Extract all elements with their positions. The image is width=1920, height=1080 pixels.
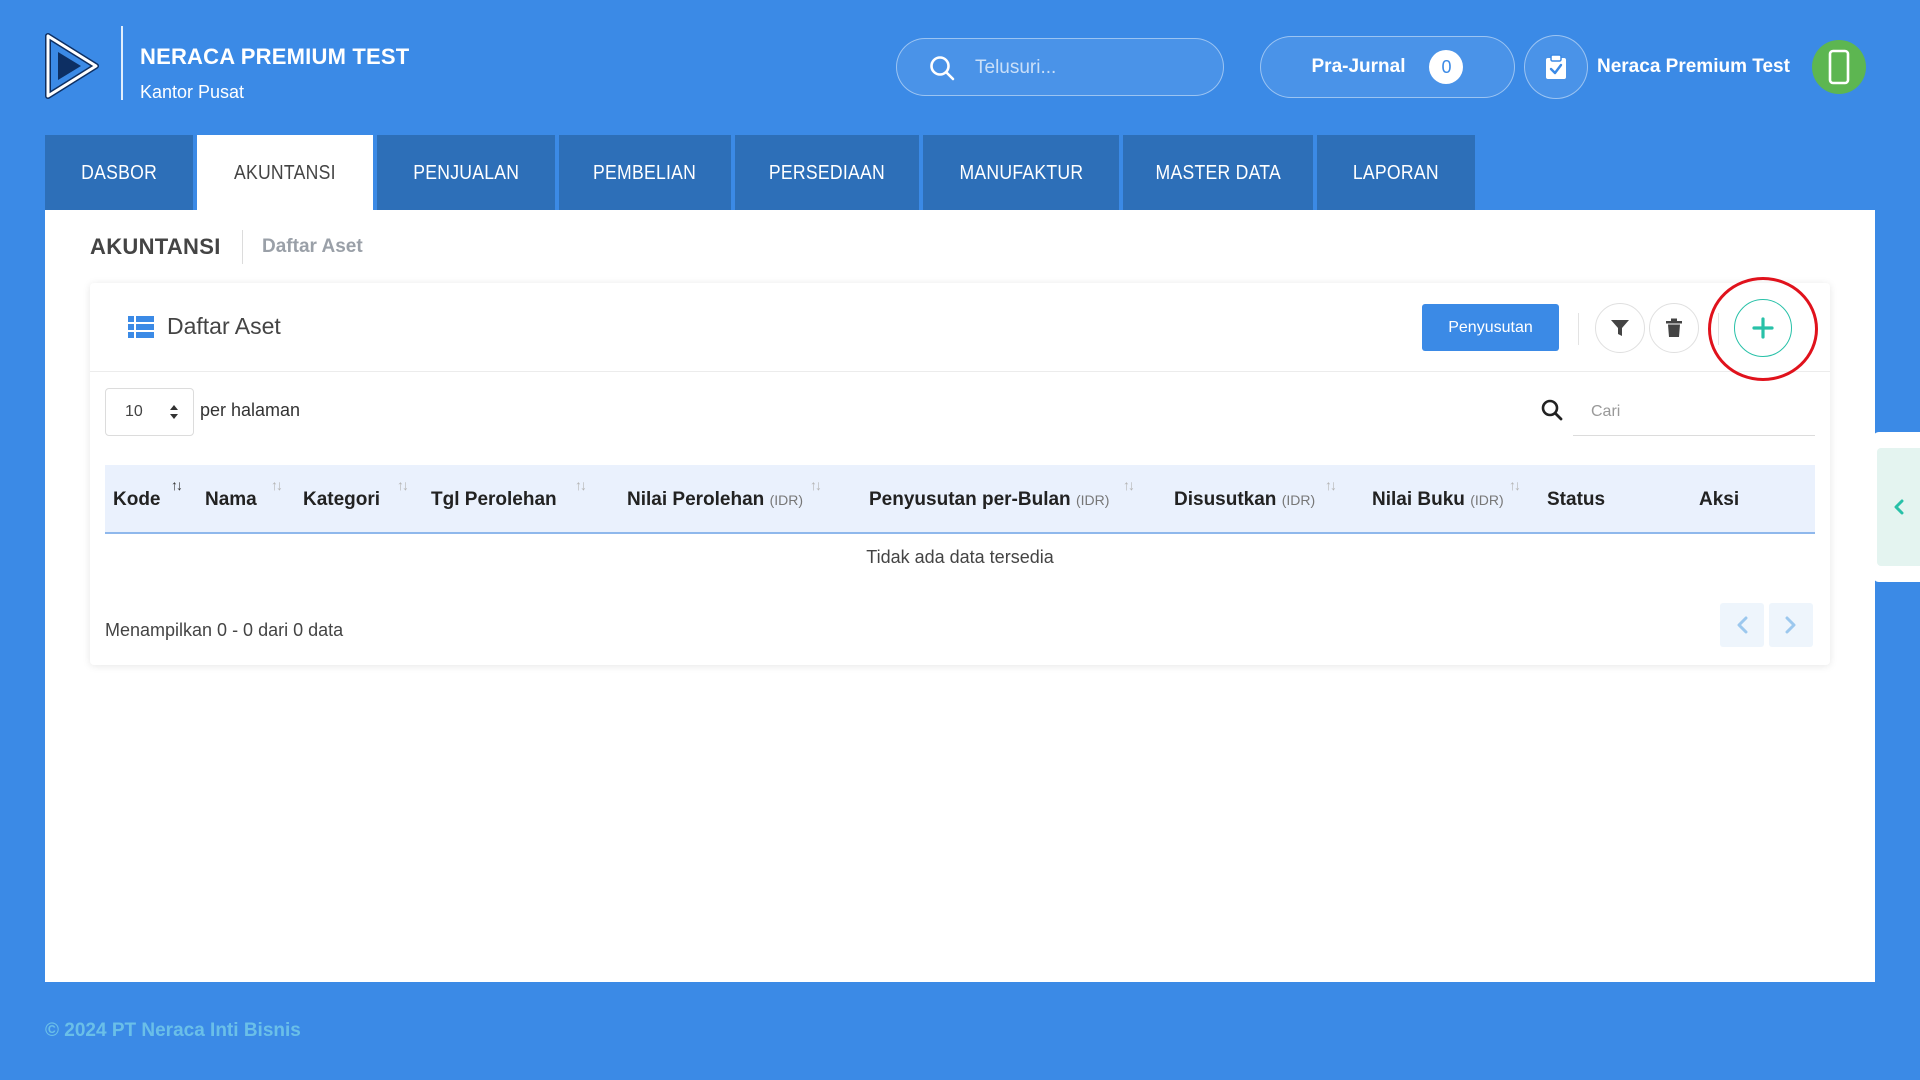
chevron-left-icon	[1894, 499, 1903, 515]
logo-divider	[121, 26, 123, 100]
select-arrows-icon	[170, 405, 178, 419]
user-name[interactable]: Neraca Premium Test	[1597, 56, 1790, 78]
task-button[interactable]	[1524, 35, 1588, 99]
sort-icon[interactable]: ↑↓	[171, 477, 183, 493]
tab-laporan[interactable]: LAPORAN	[1317, 135, 1475, 211]
column-header-penyusutan-per-bulan[interactable]: Penyusutan per-Bulan (IDR)	[869, 489, 1109, 511]
sort-icon[interactable]: ↑↓	[1509, 477, 1521, 493]
tab-master-data[interactable]: MASTER DATA	[1123, 135, 1313, 211]
per-page-value: 10	[125, 403, 143, 420]
list-icon	[128, 316, 154, 338]
pagination-info: Menampilkan 0 - 0 dari 0 data	[105, 620, 344, 640]
pra-jurnal-count-badge: 0	[1429, 50, 1464, 84]
chevron-right-icon	[1785, 616, 1796, 634]
trash-icon	[1666, 318, 1682, 337]
global-search-input[interactable]	[975, 53, 1205, 83]
pra-jurnal-button[interactable]: Pra-Jurnal 0	[1260, 36, 1515, 98]
add-asset-button[interactable]	[1734, 299, 1792, 357]
tab-persediaan[interactable]: PERSEDIAAN	[735, 135, 919, 211]
chevron-left-icon	[1737, 616, 1748, 634]
card-title: Daftar Aset	[167, 313, 281, 339]
penyusutan-button[interactable]: Penyusutan	[1422, 304, 1559, 351]
column-header-tgl-perolehan[interactable]: Tgl Perolehan	[431, 489, 557, 511]
phone-icon	[1828, 49, 1850, 85]
table-search-input[interactable]	[1573, 388, 1815, 436]
footer-copyright: © 2024 PT Neraca Inti Bisnis	[45, 1020, 301, 1041]
toolbar-divider	[1718, 313, 1719, 345]
search-icon	[930, 56, 955, 81]
table-header: Kode ↑↓ Nama ↑↓ Kategori ↑↓ Tgl Peroleha…	[105, 465, 1815, 534]
empty-table-message: Tidak ada data tersedia	[866, 547, 1054, 567]
tab-akuntansi[interactable]: AKUNTANSI	[197, 135, 373, 211]
column-header-kode[interactable]: Kode	[113, 489, 161, 511]
breadcrumb-section: AKUNTANSI	[90, 234, 221, 259]
column-header-nilai-perolehan[interactable]: Nilai Perolehan (IDR)	[627, 489, 803, 511]
side-panel-toggle[interactable]	[1877, 448, 1920, 566]
search-icon	[1541, 399, 1563, 421]
pra-jurnal-label: Pra-Jurnal	[1311, 56, 1406, 77]
sort-icon[interactable]: ↑↓	[810, 477, 822, 493]
tab-manufaktur[interactable]: MANUFAKTUR	[923, 135, 1119, 211]
company-branch: Kantor Pusat	[140, 82, 245, 102]
toolbar-divider	[1578, 313, 1579, 345]
filter-icon	[1611, 320, 1629, 336]
breadcrumb-divider	[242, 230, 243, 264]
avatar[interactable]	[1812, 40, 1866, 94]
column-header-disusutkan[interactable]: Disusutkan (IDR)	[1174, 489, 1315, 511]
main-nav-tabs: DASBOR AKUNTANSI PENJUALAN PEMBELIAN PER…	[45, 135, 1475, 211]
per-page-select[interactable]: 10	[105, 388, 194, 436]
sort-icon[interactable]: ↑↓	[397, 477, 409, 493]
column-header-status: Status	[1547, 489, 1606, 510]
asset-list-card: Daftar Aset Penyusutan 10 per halaman Ca…	[90, 277, 1830, 665]
next-page-button[interactable]	[1769, 603, 1813, 647]
column-header-kategori[interactable]: Kategori	[303, 489, 380, 511]
plus-icon	[1752, 317, 1774, 339]
tab-dasbor[interactable]: DASBOR	[45, 135, 193, 211]
breadcrumb-page: Daftar Aset	[262, 236, 363, 257]
tab-penjualan[interactable]: PENJUALAN	[377, 135, 555, 211]
company-name: NERACA PREMIUM TEST	[140, 44, 410, 69]
card-header: Daftar Aset Penyusutan	[90, 277, 1830, 381]
filter-button[interactable]	[1595, 303, 1645, 353]
column-header-nilai-buku[interactable]: Nilai Buku (IDR)	[1372, 489, 1504, 511]
sort-icon[interactable]: ↑↓	[271, 477, 283, 493]
column-header-aksi: Aksi	[1699, 489, 1740, 510]
global-search[interactable]	[896, 38, 1224, 96]
tab-pembelian[interactable]: PEMBELIAN	[559, 135, 731, 211]
neraca-logo[interactable]	[44, 32, 100, 100]
clipboard-check-icon	[1546, 54, 1566, 79]
per-page-label: per halaman	[200, 400, 301, 420]
sort-icon[interactable]: ↑↓	[1123, 477, 1135, 493]
prev-page-button[interactable]	[1720, 603, 1764, 647]
delete-button[interactable]	[1649, 303, 1699, 353]
column-header-nama[interactable]: Nama	[205, 489, 257, 511]
sort-icon[interactable]: ↑↓	[575, 477, 587, 493]
sort-icon[interactable]: ↑↓	[1325, 477, 1337, 493]
